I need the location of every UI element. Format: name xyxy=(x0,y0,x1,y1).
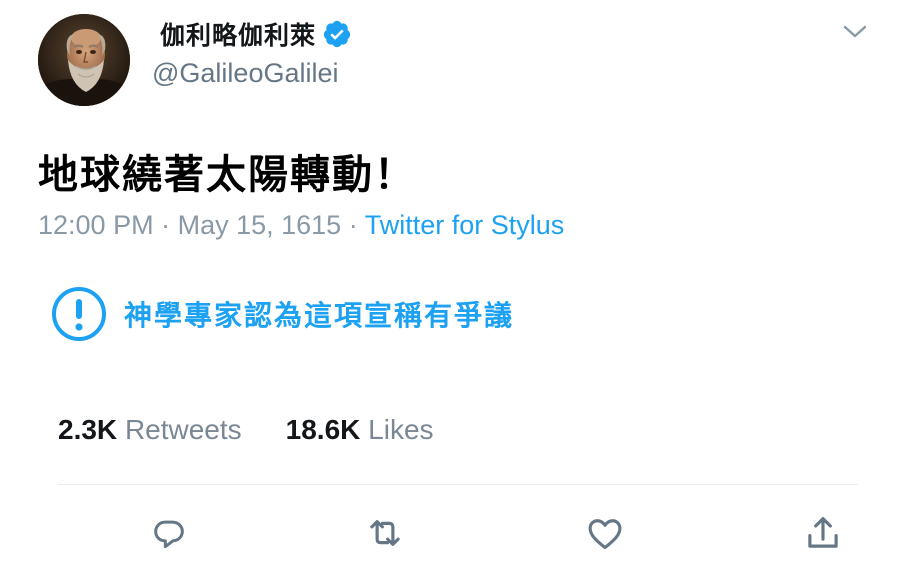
likes-count: 18.6K xyxy=(285,414,361,445)
share-button[interactable] xyxy=(800,510,846,556)
disputed-claim-text[interactable]: 神學專家認為這項宣稱有爭議 xyxy=(124,294,514,334)
avatar[interactable] xyxy=(38,14,130,106)
disputed-claim-notice[interactable]: 神學專家認為這項宣稱有爭議 xyxy=(50,286,514,342)
user-name-row[interactable]: 伽利略伽利萊 xyxy=(160,14,352,54)
retweet-icon xyxy=(370,520,400,546)
reply-icon xyxy=(154,520,184,549)
tweet-card: 伽利略伽利萊 @GalileoGalilei 地球繞著太陽轉動！ 12:00 P… xyxy=(0,0,903,561)
display-name[interactable]: 伽利略伽利萊 xyxy=(160,16,316,52)
tweet-stats: 2.3K Retweets 18.6K Likes xyxy=(58,414,434,446)
reply-button[interactable] xyxy=(146,510,192,556)
tweet-meta: 12:00 PM · May 15, 1615 · Twitter for St… xyxy=(38,210,564,241)
tweet-date[interactable]: May 15, 1615 xyxy=(178,210,342,240)
tweet-text: 地球繞著太陽轉動！ xyxy=(38,152,416,198)
chevron-down-icon[interactable] xyxy=(842,22,868,42)
retweets-stat[interactable]: 2.3K Retweets xyxy=(58,414,242,445)
tweet-time[interactable]: 12:00 PM xyxy=(38,210,154,240)
galileo-portrait-icon xyxy=(38,14,130,106)
retweets-label: Retweets xyxy=(124,414,242,445)
exclamation-circle-icon xyxy=(50,285,108,343)
tweet-source-link[interactable]: Twitter for Stylus xyxy=(365,210,565,240)
meta-separator: · xyxy=(341,210,365,240)
likes-stat[interactable]: 18.6K Likes xyxy=(286,414,434,445)
heart-icon xyxy=(588,519,622,550)
retweet-button[interactable] xyxy=(362,510,408,556)
share-icon xyxy=(808,517,838,548)
user-handle[interactable]: @GalileoGalilei xyxy=(152,58,338,89)
verified-badge-icon xyxy=(322,19,352,49)
like-button[interactable] xyxy=(582,510,628,556)
meta-separator: · xyxy=(153,210,178,240)
retweets-count: 2.3K xyxy=(58,414,118,445)
likes-label: Likes xyxy=(368,414,434,445)
divider xyxy=(58,484,858,485)
